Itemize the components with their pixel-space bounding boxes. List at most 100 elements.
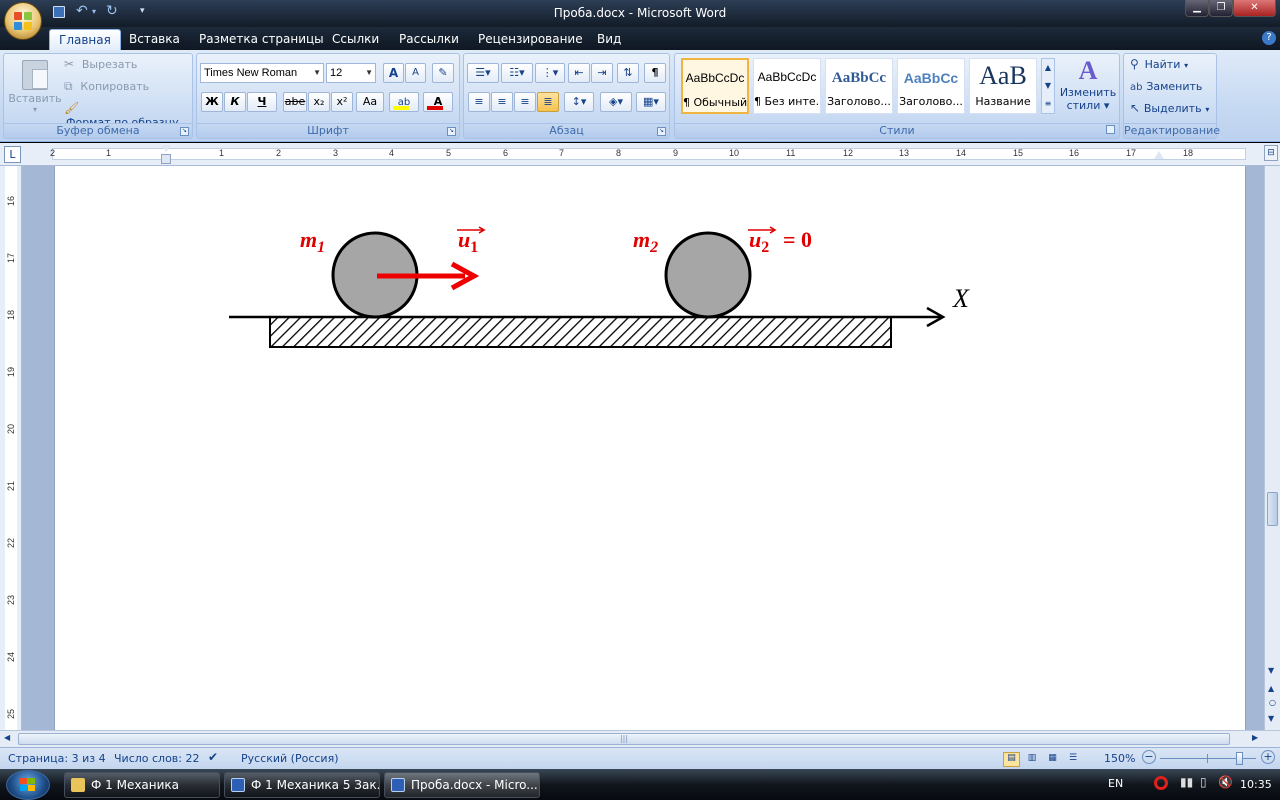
tab-references[interactable]: Ссылки — [323, 29, 388, 50]
align-right-button[interactable]: ≡ — [514, 92, 536, 112]
superscript-button[interactable]: x² — [331, 92, 353, 112]
web-layout-icon[interactable]: ▦ — [1044, 753, 1061, 768]
replace-button[interactable]: ab Заменить — [1130, 79, 1214, 97]
format-painter-button[interactable]: 🖌 Формат по образцу — [64, 101, 194, 129]
subscript-button[interactable]: x₂ — [308, 92, 330, 112]
font-size-select[interactable]: 12 ▼ — [326, 63, 376, 83]
font-family-select[interactable]: Times New Roman ▼ — [200, 63, 324, 83]
minimize-button[interactable]: ▁ — [1185, 0, 1209, 17]
tab-page-layout[interactable]: Разметка страницы — [190, 29, 333, 50]
customize-qat-icon[interactable]: ▾ — [140, 6, 145, 16]
zoom-out-button[interactable]: − — [1142, 750, 1156, 764]
document-page[interactable]: X m1 m2 u1 u2 = 0 — [54, 166, 1246, 730]
scroll-left-icon[interactable]: ◀ — [4, 733, 10, 742]
bullets-button[interactable]: ☰▾ — [467, 63, 499, 83]
shading-button[interactable]: ◈▾ — [600, 92, 632, 112]
highlight-button[interactable]: ab — [389, 92, 419, 112]
strikethrough-button[interactable]: abe — [283, 92, 307, 112]
styles-scroll-up-icon[interactable]: ▲ — [1042, 59, 1054, 77]
zoom-slider-thumb[interactable] — [1235, 752, 1243, 765]
tab-review[interactable]: Рецензирование — [469, 29, 592, 50]
copy-button[interactable]: ⧉ Копировать — [64, 79, 184, 97]
tab-selector[interactable]: L — [4, 146, 21, 163]
styles-launcher-icon[interactable] — [1106, 125, 1115, 134]
multilevel-list-button[interactable]: ⋮▾ — [535, 63, 565, 83]
paragraph-launcher-icon[interactable]: ↘ — [657, 127, 666, 136]
sort-button[interactable]: ⇅ — [617, 63, 639, 83]
tab-home[interactable]: Главная — [49, 29, 121, 50]
scroll-down-icon[interactable]: ▼ — [1268, 666, 1274, 675]
left-indent-marker[interactable] — [161, 154, 171, 164]
horizontal-scrollbar[interactable]: ◀ ||| ▶ — [0, 730, 1280, 747]
device-icon[interactable]: ▮▮ — [1180, 775, 1193, 789]
vertical-scrollbar[interactable]: ▼ ▲ ○ ▼ — [1264, 166, 1280, 730]
next-page-icon[interactable]: ▼ — [1268, 714, 1274, 723]
full-screen-reading-icon[interactable]: ▥ — [1024, 753, 1041, 768]
tab-mailings[interactable]: Рассылки — [390, 29, 468, 50]
start-button[interactable] — [6, 770, 50, 800]
tab-insert[interactable]: Вставка — [120, 29, 189, 50]
style-title[interactable]: AaB Название — [969, 58, 1037, 114]
vertical-ruler[interactable]: 16 17 18 19 20 21 22 23 24 25 — [0, 166, 22, 730]
underline-button[interactable]: Ч — [247, 92, 277, 112]
tab-view[interactable]: Вид — [588, 29, 630, 50]
align-left-button[interactable]: ≡ — [468, 92, 490, 112]
scroll-thumb[interactable] — [1267, 492, 1278, 526]
scroll-right-icon[interactable]: ▶ — [1252, 733, 1258, 742]
show-formatting-button[interactable]: ¶ — [644, 63, 666, 83]
numbering-button[interactable]: ☷▾ — [501, 63, 533, 83]
help-icon[interactable]: ? — [1262, 31, 1276, 45]
page-count[interactable]: Страница: 3 из 4 — [8, 752, 106, 765]
clipboard-launcher-icon[interactable]: ↘ — [180, 127, 189, 136]
save-icon[interactable] — [53, 6, 65, 18]
office-button[interactable] — [4, 2, 42, 40]
first-line-indent-marker[interactable] — [161, 145, 171, 152]
change-case-button[interactable]: Aa — [356, 92, 384, 112]
zoom-in-button[interactable]: + — [1261, 750, 1275, 764]
volume-muted-icon[interactable]: 🔇 — [1218, 775, 1233, 789]
right-indent-marker[interactable] — [1154, 151, 1164, 159]
undo-icon[interactable]: ↶ — [76, 3, 88, 19]
style-heading-1[interactable]: AaBbCc Заголово... — [825, 58, 893, 114]
decrease-indent-button[interactable]: ⇤ — [568, 63, 590, 83]
styles-scroll-down-icon[interactable]: ▼ — [1042, 77, 1054, 95]
paste-button[interactable]: Вставить ▾ — [8, 56, 62, 120]
word-count[interactable]: Число слов: 22 — [114, 752, 200, 765]
style-normal[interactable]: AaBbCcDc ¶ Обычный — [681, 58, 749, 114]
increase-indent-button[interactable]: ⇥ — [591, 63, 613, 83]
cut-button[interactable]: ✂ Вырезать — [64, 57, 184, 75]
close-button[interactable]: ✕ — [1233, 0, 1276, 17]
borders-button[interactable]: ▦▾ — [636, 92, 666, 112]
shrink-font-button[interactable]: A — [405, 63, 426, 83]
view-ruler-icon[interactable]: ⊟ — [1264, 145, 1278, 161]
taskbar-item-folder[interactable]: Ф 1 Механика — [64, 772, 220, 798]
browse-object-icon[interactable]: ○ — [1269, 698, 1276, 707]
language-indicator[interactable]: Русский (Россия) — [241, 752, 339, 765]
taskbar-item-active-document[interactable]: Проба.docx - Micro... — [384, 772, 540, 798]
italic-button[interactable]: К — [224, 92, 246, 112]
style-no-spacing[interactable]: AaBbCcDc ¶ Без инте... — [753, 58, 821, 114]
language-bar[interactable]: EN — [1108, 777, 1123, 790]
select-button[interactable]: ↖ Выделить ▾ — [1130, 101, 1216, 119]
change-styles-button[interactable]: A Изменить стили ▾ — [1058, 56, 1118, 118]
justify-button[interactable]: ≣ — [537, 92, 559, 112]
undo-dropdown[interactable]: ▾ — [92, 7, 96, 16]
horizontal-ruler[interactable]: L 2 1 1 2 3 4 5 6 7 8 9 10 11 12 13 14 15 16 17 18 — [0, 143, 1280, 166]
clock[interactable]: 10:35 — [1240, 778, 1272, 791]
redo-icon[interactable]: ↻ — [106, 3, 118, 19]
network-icon[interactable]: ▯ — [1200, 775, 1207, 789]
font-launcher-icon[interactable]: ↘ — [447, 127, 456, 136]
zoom-level[interactable]: 150% — [1104, 752, 1135, 765]
style-heading-2[interactable]: AaBbCc Заголово... — [897, 58, 965, 114]
scroll-thumb-horizontal[interactable]: ||| — [18, 733, 1230, 745]
font-color-button[interactable]: A — [423, 92, 453, 112]
opera-icon[interactable] — [1154, 776, 1168, 790]
styles-more-icon[interactable]: ≡ — [1042, 95, 1054, 113]
bold-button[interactable]: Ж — [201, 92, 223, 112]
line-spacing-button[interactable]: ↕▾ — [564, 92, 594, 112]
taskbar-item-document[interactable]: Ф 1 Механика 5 Зак... — [224, 772, 380, 798]
grow-font-button[interactable]: A — [383, 63, 404, 83]
previous-page-icon[interactable]: ▲ — [1268, 684, 1274, 693]
align-center-button[interactable]: ≡ — [491, 92, 513, 112]
proofing-icon[interactable]: ✔ — [208, 750, 218, 764]
